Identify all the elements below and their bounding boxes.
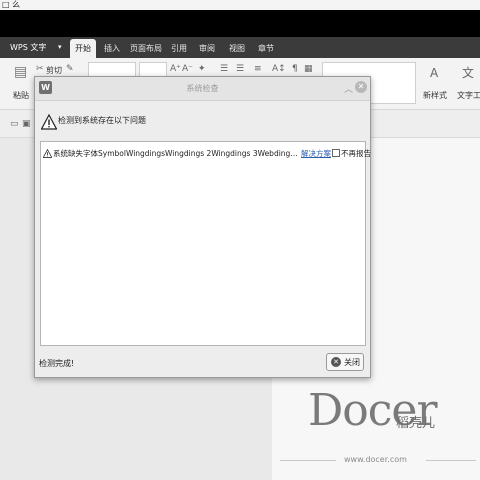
divider-left [280, 460, 336, 461]
chevron-down-icon: ▾ [58, 43, 62, 51]
new-style-icon[interactable]: A [430, 66, 438, 80]
issue-description: 系统缺失字体SymbolWingdingsWingdings 2Wingding… [53, 149, 300, 158]
window-top-strip: □ 么 [0, 0, 480, 10]
cut-button[interactable]: 剪切 [46, 65, 62, 76]
close-circle-icon: ✕ [331, 357, 341, 367]
dialog-titlebar[interactable]: W 系统检查 ︿ ✕ [35, 77, 370, 101]
dont-report-checkbox[interactable] [332, 149, 340, 157]
font-name-select[interactable] [88, 62, 136, 77]
wps-writer-window: □ 么 WPS 文字 ▾ 开始 插入 页面布局 引用 审阅 视图 章节 ▤ 粘贴… [0, 0, 480, 480]
issue-list: 系统缺失字体SymbolWingdingsWingdings 2Wingding… [40, 141, 371, 346]
scissors-icon[interactable]: ✂ [36, 64, 44, 74]
paste-icon[interactable]: ▤ [14, 64, 27, 80]
warning-icon [41, 114, 57, 130]
system-check-dialog: W 系统检查 ︿ ✕ 检测到系统存在以下问题 系统缺失字体SymbolWingd… [34, 76, 371, 378]
show-marks-icon[interactable]: ¶ [292, 64, 298, 74]
tab-insert[interactable]: 插入 [100, 39, 124, 58]
close-button[interactable]: ✕ 关闭 [326, 353, 364, 371]
dialog-title: 系统检查 [186, 84, 219, 93]
table-icon[interactable]: ▦ [304, 64, 313, 74]
dont-report-label[interactable]: 不再报告 [341, 148, 371, 159]
wps-app-name: WPS 文字 [10, 43, 47, 52]
format-painter-icon[interactable]: ✎ [66, 64, 74, 74]
numbered-list-icon[interactable]: ☰ [236, 64, 244, 74]
docer-url: www.docer.com [344, 455, 407, 464]
bullet-list-icon[interactable]: ☰ [220, 64, 228, 74]
solution-link[interactable]: 解决方案 [301, 148, 331, 159]
window-caption: □ 么 [2, 0, 21, 9]
new-style-button[interactable]: 新样式 [423, 90, 447, 101]
tab-section[interactable]: 章节 [254, 39, 278, 58]
font-grow-icon[interactable]: A⁺ [170, 64, 181, 74]
font-shrink-icon[interactable]: A⁻ [182, 64, 193, 74]
text-tools-button[interactable]: 文字工具 [457, 90, 480, 101]
indent-icon[interactable]: ≡ [254, 64, 262, 74]
tab-references[interactable]: 引用 [168, 39, 190, 58]
font-size-select[interactable] [139, 62, 167, 77]
save-icon[interactable]: ▣ [22, 119, 31, 129]
tab-view[interactable]: 视图 [226, 39, 248, 58]
sort-icon[interactable]: A↕ [272, 64, 286, 74]
tab-review[interactable]: 审阅 [196, 39, 218, 58]
text-tools-icon[interactable]: 文 [462, 64, 474, 81]
clear-format-icon[interactable]: ✦ [198, 64, 206, 74]
tab-home[interactable]: 开始 [70, 39, 96, 58]
dialog-heading: 检测到系统存在以下问题 [58, 116, 146, 125]
divider-right [426, 460, 476, 461]
warning-small-icon [43, 149, 52, 158]
wps-app-menu-button[interactable]: WPS 文字 ▾ [10, 39, 66, 56]
folder-icon[interactable]: ▭ [10, 119, 19, 129]
docer-watermark: Docer 稻壳儿 [308, 386, 480, 446]
close-button-label: 关闭 [344, 358, 360, 367]
tab-page-layout[interactable]: 页面布局 [128, 39, 164, 58]
menu-bar: WPS 文字 ▾ 开始 插入 页面布局 引用 审阅 视图 章节 [0, 37, 480, 58]
collapse-icon[interactable]: ︿ [344, 82, 353, 95]
status-text: 检测完成! [39, 359, 75, 368]
issue-row: 系统缺失字体SymbolWingdingsWingdings 2Wingding… [41, 147, 371, 161]
paste-button[interactable]: 粘贴 [13, 90, 29, 101]
close-icon[interactable]: ✕ [355, 81, 367, 93]
docer-logo-cn: 稻壳儿 [396, 416, 436, 431]
